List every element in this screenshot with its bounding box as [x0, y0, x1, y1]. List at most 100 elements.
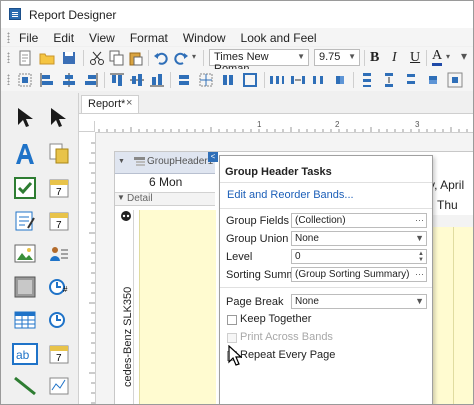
collapse-icon[interactable]: ▼: [118, 158, 125, 165]
italic-button[interactable]: I: [392, 50, 397, 66]
edit-reorder-bands-link[interactable]: Edit and Reorder Bands...: [227, 189, 354, 201]
mouse-cursor-icon: [228, 345, 242, 366]
menu-look-and-feel[interactable]: Look and Feel: [241, 31, 317, 45]
font-name-combo[interactable]: Times New Roman▼: [209, 49, 309, 75]
align-centers-icon[interactable]: [61, 72, 77, 88]
align-bottoms-icon[interactable]: [149, 72, 165, 88]
text-edit-icon[interactable]: [14, 210, 36, 232]
spin-icon[interactable]: ▲ ▼: [418, 251, 424, 263]
toolbar-grip: [7, 52, 10, 63]
menu-grip: [7, 32, 10, 43]
ellipsis-icon[interactable]: ···: [415, 268, 424, 281]
menu-file[interactable]: File: [19, 31, 38, 45]
detail-yellow-area: [139, 210, 216, 404]
redo-icon[interactable]: [173, 50, 189, 66]
decrease-horizontal-spacing-icon[interactable]: [311, 72, 327, 88]
ruler-label-1: 1: [257, 120, 262, 129]
paste-icon[interactable]: [128, 50, 144, 66]
label-ab-icon[interactable]: ab: [12, 343, 38, 365]
bold-button[interactable]: B: [370, 50, 379, 66]
remove-vertical-spacing-icon[interactable]: [425, 72, 441, 88]
make-same-height-icon[interactable]: [220, 72, 236, 88]
menu: File Edit View Format Window Look and Fe…: [19, 31, 317, 45]
horizontal-spacing-equal-icon[interactable]: [269, 72, 285, 88]
remove-horizontal-spacing-icon[interactable]: [332, 72, 348, 88]
open-folder-icon[interactable]: [39, 50, 55, 66]
popup-title: Group Header Tasks: [225, 166, 332, 178]
repeat-every-page-label: Repeat Every Page: [240, 349, 336, 361]
group-header-band-strip[interactable]: ▼ GroupHeader1 <: [115, 152, 218, 174]
vertical-spacing-equal-icon[interactable]: [359, 72, 375, 88]
align-tops-icon[interactable]: [109, 72, 125, 88]
rich-text-icon[interactable]: [48, 142, 70, 164]
calendar-small-icon[interactable]: 7: [48, 343, 70, 365]
collapse-icon[interactable]: ▼: [117, 193, 125, 202]
picture-box-icon[interactable]: [14, 243, 36, 265]
cut-icon[interactable]: [89, 50, 105, 66]
svg-text:ab: ab: [16, 348, 30, 362]
menu-view[interactable]: View: [89, 31, 115, 45]
toolbar-overflow-icon[interactable]: ▾: [461, 49, 467, 63]
level-value: 0: [295, 251, 301, 262]
separator: [170, 72, 171, 88]
detail-band-strip[interactable]: ▼ Detail: [115, 193, 215, 206]
center-horizontally-icon[interactable]: [447, 72, 463, 88]
table-icon[interactable]: [14, 309, 36, 331]
menu-edit[interactable]: Edit: [53, 31, 74, 45]
separator: [203, 50, 204, 66]
redo-dropdown-icon[interactable]: ▾: [192, 52, 196, 61]
person-list-icon[interactable]: [48, 243, 70, 265]
detail-band-content: cedes-Benz SLK350: [115, 206, 216, 404]
align-lefts-icon[interactable]: [39, 72, 55, 88]
clock-number-icon[interactable]: #: [48, 276, 70, 298]
group-fields-field[interactable]: (Collection) ···: [291, 213, 427, 228]
size-to-grid-icon[interactable]: [198, 72, 214, 88]
make-same-size-icon[interactable]: [242, 72, 258, 88]
menu-format[interactable]: Format: [130, 31, 168, 45]
group-union-select[interactable]: None ▼: [291, 231, 427, 246]
checkbox-icon[interactable]: [14, 177, 36, 199]
print-across-bands-label: Print Across Bands: [240, 331, 333, 343]
font-color-button[interactable]: A: [432, 49, 443, 66]
increase-vertical-spacing-icon[interactable]: [381, 72, 397, 88]
page-break-select[interactable]: None ▼: [291, 294, 427, 309]
clock-icon[interactable]: [48, 309, 70, 331]
label-icon[interactable]: [13, 142, 37, 166]
copy-icon[interactable]: [109, 50, 125, 66]
new-report-icon[interactable]: [17, 50, 33, 66]
print-across-bands-checkbox[interactable]: [227, 333, 237, 343]
align-rights-icon[interactable]: [83, 72, 99, 88]
increase-horizontal-spacing-icon[interactable]: [290, 72, 306, 88]
vertical-text-cell[interactable]: cedes-Benz SLK350: [120, 210, 134, 404]
level-spinner[interactable]: 0 ▲ ▼: [291, 249, 427, 264]
smart-tag-button[interactable]: <: [208, 152, 218, 162]
ellipsis-icon[interactable]: ···: [415, 214, 424, 227]
panel-icon[interactable]: [14, 276, 36, 298]
line-icon[interactable]: [13, 376, 37, 396]
day-row: Thu: [433, 196, 473, 216]
undo-icon[interactable]: [153, 50, 169, 66]
tab-report[interactable]: Report* ×: [81, 95, 139, 113]
font-color-dropdown-icon[interactable]: ▾: [446, 52, 450, 61]
app-icon: [9, 8, 21, 20]
align-to-grid-icon[interactable]: [17, 72, 33, 88]
sparkline-icon[interactable]: [48, 376, 70, 396]
calendar-alt-icon[interactable]: 7: [48, 210, 70, 232]
decrease-vertical-spacing-icon[interactable]: [403, 72, 419, 88]
keep-together-checkbox[interactable]: [227, 315, 237, 325]
save-icon[interactable]: [61, 50, 77, 66]
group-fields-value: (Collection): [295, 215, 346, 226]
mon-cell[interactable]: 6 Mon: [149, 175, 182, 189]
calendar-icon[interactable]: 7: [48, 177, 70, 199]
pointer-icon[interactable]: [15, 107, 35, 129]
close-icon[interactable]: ×: [126, 97, 132, 109]
font-size-combo[interactable]: 9.75 ▼: [314, 49, 360, 66]
underline-button[interactable]: U: [410, 50, 420, 66]
align-middles-icon[interactable]: [129, 72, 145, 88]
sorting-summary-field[interactable]: (Group Sorting Summary) ···: [291, 267, 427, 282]
pointer-alt-icon[interactable]: [48, 107, 68, 129]
menu-window[interactable]: Window: [183, 31, 226, 45]
make-same-width-icon[interactable]: [176, 72, 192, 88]
chevron-down-icon: ▼: [297, 52, 305, 61]
group-fields-label: Group Fields: [226, 215, 289, 227]
